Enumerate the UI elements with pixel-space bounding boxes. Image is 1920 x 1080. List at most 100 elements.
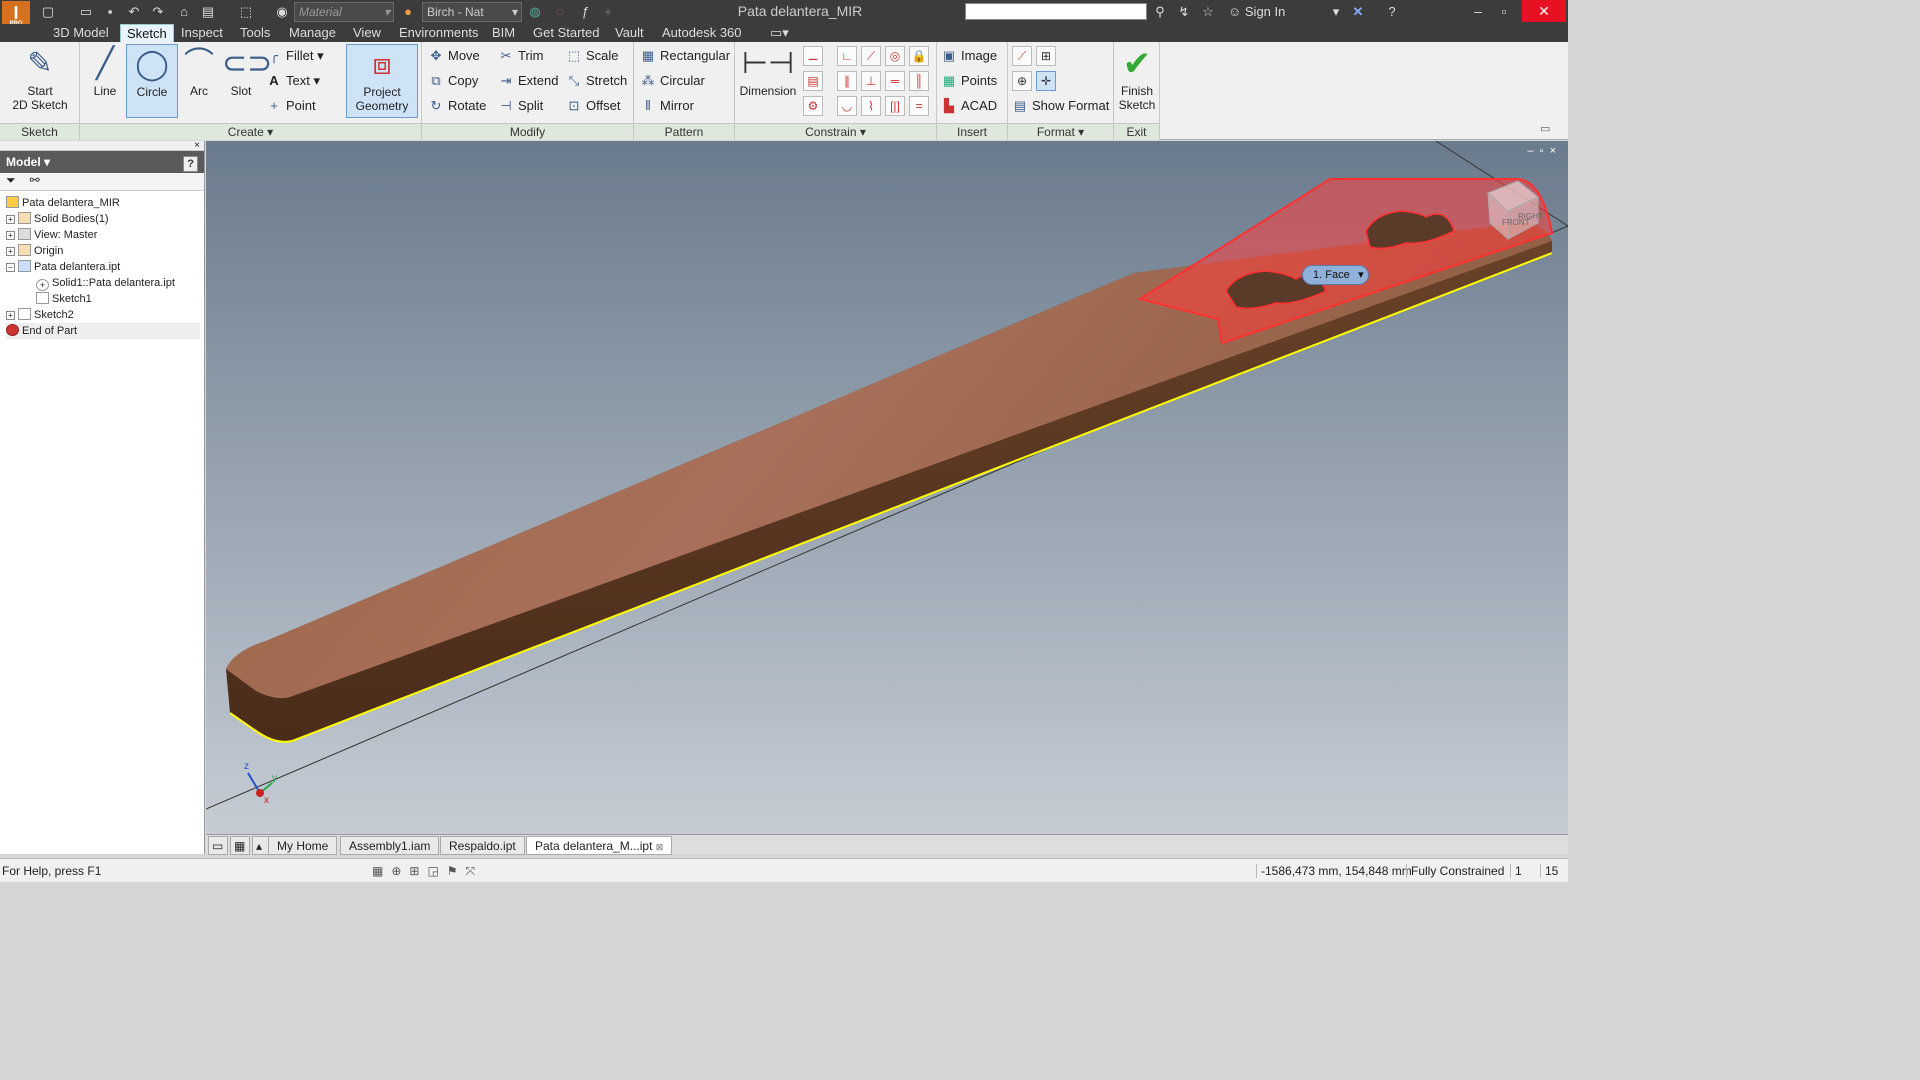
auto-dimension-icon[interactable]: ⚊ (803, 46, 823, 66)
project-icon[interactable]: ▤ (198, 3, 218, 21)
points-button[interactable]: ▦ Points (941, 70, 997, 92)
split-button[interactable]: ⊣ Split (498, 95, 543, 117)
perpendicular-icon[interactable]: ⊥ (861, 71, 881, 91)
search-input[interactable] (965, 3, 1147, 20)
tree-node-part[interactable]: Pata delantera_MIR (6, 195, 120, 211)
project-geometry-button[interactable]: ⧈ Project Geometry (346, 44, 418, 118)
maximize-icon[interactable]: ▫ (1482, 0, 1526, 22)
arc-button[interactable]: ⌒ Arc (180, 44, 218, 98)
tree-node-end-of-part[interactable]: End of Part (6, 323, 200, 339)
tab-get-started[interactable]: Get Started (527, 24, 605, 42)
smooth-icon[interactable]: ⌇ (861, 96, 881, 116)
tab-vault[interactable]: Vault (609, 24, 650, 42)
collapse-icon[interactable]: − (6, 263, 15, 272)
ribbon-collapse-icon[interactable]: ▭ (1540, 122, 1550, 135)
ribbon-options-icon[interactable]: ▭▾ (764, 24, 795, 42)
tab-view[interactable]: View (347, 24, 387, 42)
help-icon[interactable]: ? (1382, 3, 1402, 21)
search-icon[interactable]: ⚲ (1150, 3, 1170, 21)
scale-button[interactable]: ⬚ Scale (566, 45, 619, 67)
driven-dimension-icon[interactable]: ⊞ (1036, 46, 1056, 66)
acad-button[interactable]: ▙ ACAD (941, 95, 997, 117)
browser-close-icon[interactable]: × (0, 141, 204, 151)
stretch-button[interactable]: ⤡ Stretch (566, 70, 627, 92)
parameters-icon[interactable]: ƒ (575, 3, 595, 21)
trim-button[interactable]: ✂ Trim (498, 45, 544, 67)
fillet-button[interactable]: ╭ Fillet ▾ (266, 45, 324, 67)
find-icon[interactable]: ⚯ (30, 173, 40, 187)
create-panel-title[interactable]: Create ▾ (80, 123, 421, 140)
viewport-window-controls[interactable]: –▫× (1528, 145, 1562, 157)
constrain-panel-title[interactable]: Constrain ▾ (735, 123, 936, 140)
graphics-window[interactable]: FRONT RIGHT z y x 1. Face ▾ –▫× (205, 140, 1569, 834)
tab-3d-model[interactable]: 3D Model (47, 24, 115, 42)
tab-inspect[interactable]: Inspect (175, 24, 229, 42)
show-constraints-icon[interactable]: ▤ (803, 71, 823, 91)
communication-icon[interactable]: ↯ (1174, 3, 1194, 21)
dimension-button[interactable]: ⊢⊣ Dimension (737, 44, 799, 98)
tab-tools[interactable]: Tools (234, 24, 276, 42)
start-2d-sketch-button[interactable]: ✎ Start 2D Sketch (6, 44, 74, 112)
tree-node-derived-part[interactable]: − Pata delantera.ipt (6, 259, 120, 275)
tab-autodesk-360[interactable]: Autodesk 360 (656, 24, 748, 42)
chevron-down-icon[interactable]: ▾ (1326, 3, 1346, 21)
parallel-icon[interactable]: ∥ (837, 71, 857, 91)
point-button[interactable]: + Point (266, 95, 315, 117)
coincident-icon[interactable]: ∟ (837, 46, 857, 66)
equal-icon[interactable]: = (909, 96, 929, 116)
extend-button[interactable]: ⇥ Extend (498, 70, 559, 92)
centerline-icon[interactable]: ✛ (1036, 71, 1056, 91)
collinear-icon[interactable]: ⟋ (861, 46, 881, 66)
arrange-icon[interactable]: ▦ (230, 836, 250, 855)
status-toolbar-icons[interactable]: ▦⊕⊞◲⚑⤧ (372, 864, 483, 879)
tree-node-sketch1[interactable]: Sketch1 (36, 291, 92, 307)
show-format-button[interactable]: ▤ Show Format (1012, 95, 1109, 117)
text-button[interactable]: A Text ▾ (266, 70, 320, 92)
new-icon[interactable]: ▢ (38, 3, 58, 21)
appearance-combo[interactable]: Birch - Nat ▾ (422, 2, 522, 22)
doc-tab-pata-delantera[interactable]: Pata delantera_M...ipt ⊠ (526, 836, 673, 855)
doc-tab-my-home[interactable]: My Home (268, 836, 338, 855)
undo-icon[interactable]: ↶ (124, 3, 144, 21)
update-icon[interactable]: ◉ (272, 3, 292, 21)
filter-icon[interactable]: ⏷ (6, 173, 16, 187)
close-icon[interactable]: ✕ (1522, 0, 1566, 22)
expand-icon[interactable]: + (6, 247, 15, 256)
tab-manage[interactable]: Manage (283, 24, 342, 42)
close-icon[interactable]: ⊠ (656, 842, 664, 852)
rectangular-pattern-button[interactable]: ▦ Rectangular (640, 45, 730, 67)
material-combo[interactable]: Material ▾ (294, 2, 394, 22)
vertical-icon[interactable]: ║ (909, 71, 929, 91)
copy-button[interactable]: ⧉ Copy (428, 70, 478, 92)
fix-icon[interactable]: 🔒 (909, 46, 929, 66)
tab-bim[interactable]: BIM (486, 24, 521, 42)
offset-button[interactable]: ⊡ Offset (566, 95, 621, 117)
image-button[interactable]: ▣ Image (941, 45, 997, 67)
finish-sketch-button[interactable]: ✔ Finish Sketch (1116, 44, 1158, 112)
slot-button[interactable]: ⊂⊃ Slot (222, 44, 272, 98)
redo-icon[interactable]: ↷ (148, 3, 168, 21)
save-icon[interactable]: ▪ (100, 3, 120, 21)
doc-tab-assembly[interactable]: Assembly1.iam (340, 836, 440, 855)
exchange-icon[interactable]: ✕ (1348, 3, 1368, 21)
doc-tab-respaldo[interactable]: Respaldo.ipt (440, 836, 525, 855)
move-button[interactable]: ✥ Move (428, 45, 480, 67)
tile-icon[interactable]: ▭ (208, 836, 228, 855)
expand-icon[interactable]: + (6, 231, 15, 240)
circular-pattern-button[interactable]: ⁂ Circular (640, 70, 705, 92)
horizontal-icon[interactable]: ═ (885, 71, 905, 91)
tree-node-solid1[interactable]: + Solid1::Pata delantera.ipt (36, 275, 175, 291)
tree-node-view[interactable]: + View: Master (6, 227, 97, 243)
concentric-icon[interactable]: ◎ (885, 46, 905, 66)
tree-node-solid-bodies[interactable]: + Solid Bodies(1) (6, 211, 109, 227)
sign-in-button[interactable]: ☺ Sign In (1228, 4, 1285, 19)
tab-sketch[interactable]: Sketch (120, 24, 174, 42)
selection-tooltip[interactable]: 1. Face ▾ (1302, 265, 1369, 285)
expand-icon[interactable]: + (6, 311, 15, 320)
rotate-button[interactable]: ↻ Rotate (428, 95, 487, 117)
constraint-settings-icon[interactable]: ⚙ (803, 96, 823, 116)
help-icon[interactable]: ? (183, 156, 198, 172)
tangent-icon[interactable]: ◡ (837, 96, 857, 116)
chevron-down-icon[interactable]: ▾ (1358, 266, 1364, 284)
expand-icon[interactable]: + (6, 215, 15, 224)
